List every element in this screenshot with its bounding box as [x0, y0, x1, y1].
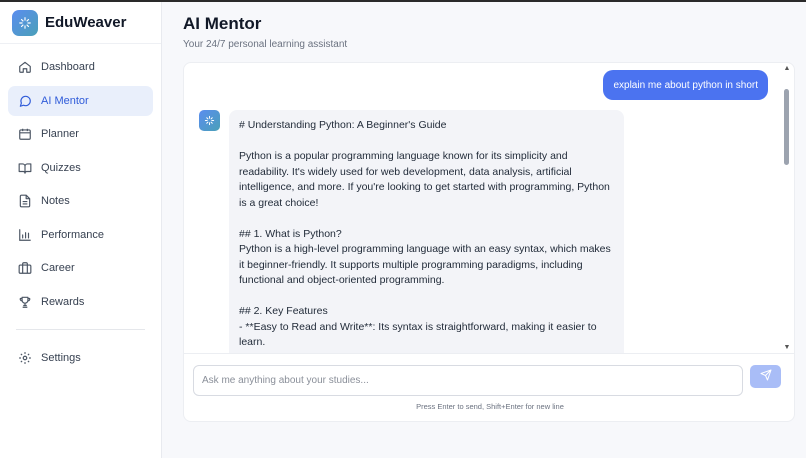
triangle-down-icon[interactable]: ▼	[783, 344, 791, 352]
sidebar-item-planner[interactable]: Planner	[8, 119, 153, 149]
sidebar-divider	[16, 328, 145, 330]
send-button[interactable]	[750, 365, 781, 388]
document-icon	[18, 194, 32, 208]
sidebar-item-quizzes[interactable]: Quizzes	[8, 153, 153, 183]
chat-icon	[18, 94, 32, 108]
sidebar-nav: Dashboard AI Mentor Planner Quizzes Note…	[0, 44, 161, 373]
sidebar-item-settings[interactable]: Settings	[8, 343, 153, 373]
sidebar-item-label: Dashboard	[41, 61, 95, 73]
user-message: explain me about python in short	[603, 70, 768, 100]
chat-input[interactable]	[193, 365, 743, 396]
sidebar-item-label: Career	[41, 262, 75, 274]
briefcase-icon	[18, 261, 32, 275]
sidebar: EduWeaver Dashboard AI Mentor Planner Qu…	[0, 2, 162, 458]
input-hint: Press Enter to send, Shift+Enter for new…	[416, 402, 564, 411]
sidebar-item-label: Settings	[41, 351, 81, 364]
sidebar-item-label: Planner	[41, 128, 79, 140]
sidebar-item-dashboard[interactable]: Dashboard	[8, 52, 153, 82]
sidebar-item-label: Rewards	[41, 295, 85, 308]
sidebar-item-label: AI Mentor	[41, 94, 89, 107]
sidebar-item-label: Notes	[41, 195, 70, 207]
chat-composer: Press Enter to send, Shift+Enter for new…	[184, 353, 794, 421]
sidebar-item-ai-mentor[interactable]: AI Mentor	[8, 85, 153, 116]
brand-name: EduWeaver	[45, 14, 127, 31]
home-icon	[18, 60, 32, 74]
sparkle-icon	[199, 110, 220, 131]
sparkle-icon	[12, 9, 38, 36]
message-list[interactable]: explain me about python in short # Under…	[184, 63, 782, 353]
scrollbar-thumb[interactable]	[784, 89, 789, 165]
calendar-icon	[18, 127, 32, 141]
book-icon	[18, 161, 32, 175]
message-scrollbar[interactable]: ▲ ▼	[780, 63, 794, 353]
brand[interactable]: EduWeaver	[0, 2, 161, 44]
triangle-up-icon[interactable]: ▲	[783, 65, 791, 73]
sidebar-item-career[interactable]: Career	[8, 253, 153, 283]
app-window: EduWeaver Dashboard AI Mentor Planner Qu…	[0, 0, 806, 458]
sidebar-item-label: Performance	[41, 228, 104, 241]
gear-icon	[18, 351, 32, 365]
page-title: AI Mentor	[183, 14, 262, 33]
sidebar-item-notes[interactable]: Notes	[8, 186, 153, 216]
bar-chart-icon	[18, 228, 32, 242]
trophy-icon	[18, 295, 32, 309]
sidebar-item-label: Quizzes	[41, 161, 81, 174]
main-content: AI Mentor Your 24/7 personal learning as…	[162, 2, 806, 458]
page-subtitle: Your 24/7 personal learning assistant	[183, 39, 348, 50]
sidebar-item-performance[interactable]: Performance	[8, 220, 153, 250]
assistant-message: # Understanding Python: A Beginner's Gui…	[229, 110, 624, 353]
sidebar-item-rewards[interactable]: Rewards	[8, 287, 153, 317]
send-icon	[760, 369, 772, 384]
chat-panel: explain me about python in short # Under…	[183, 62, 795, 422]
